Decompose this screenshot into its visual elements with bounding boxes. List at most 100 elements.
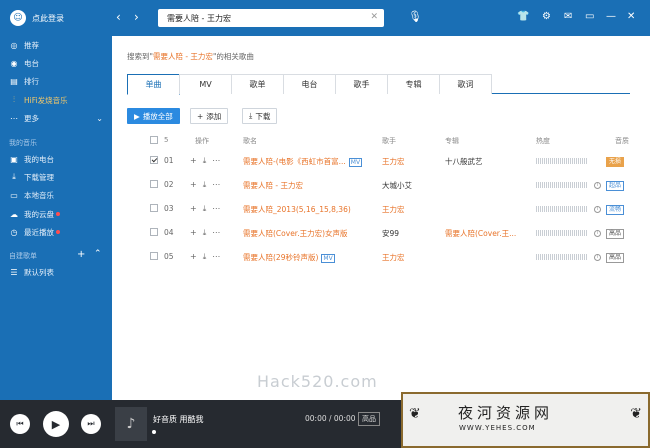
more-icon[interactable]: ⋯ <box>212 252 220 262</box>
row-checkbox[interactable] <box>150 204 158 214</box>
quality-selector[interactable]: 高品 <box>358 412 380 426</box>
gear-icon[interactable]: ⚙ <box>542 11 551 23</box>
add-button[interactable]: + 添加 <box>190 108 229 124</box>
song-title-cell[interactable]: 需要人陪-(电影《西虹市首富... MV <box>243 156 363 167</box>
clear-icon[interactable]: ✕ <box>370 12 378 22</box>
sidebar-item-more[interactable]: ⋯ 更多 ⌄ <box>0 111 112 125</box>
monitor-icon: ▭ <box>10 190 18 200</box>
skin-icon[interactable]: 👕 <box>517 11 529 23</box>
tab-playlist[interactable]: 歌单 <box>231 74 284 94</box>
tab-radio[interactable]: 电台 <box>283 74 336 94</box>
song-title[interactable]: 需要人陪(Cover.王力宏)女声版 <box>243 229 348 238</box>
header-song[interactable]: 歌名 <box>243 136 257 146</box>
add-playlist-icon[interactable]: + <box>77 249 85 260</box>
row-checkbox[interactable] <box>150 156 158 166</box>
tab-mv[interactable]: MV <box>179 74 232 94</box>
singer-name[interactable]: 王力宏 <box>382 252 405 263</box>
header-quality[interactable]: 音质 <box>615 136 629 146</box>
download-icon[interactable]: ⤓ <box>203 252 207 262</box>
previous-button[interactable]: ⏮ <box>10 414 30 434</box>
sidebar-item-label: 我的电台 <box>24 154 54 164</box>
sidebar-item-label: 我的云盘 <box>24 209 54 219</box>
search-input[interactable]: 需要人陪 - 王力宏 ✕ <box>158 9 384 27</box>
message-icon[interactable]: ✉ <box>564 11 572 23</box>
row-checkbox[interactable] <box>150 252 158 262</box>
add-icon[interactable]: + <box>190 228 197 238</box>
header-heat[interactable]: 热度 <box>536 136 550 146</box>
tab-singer[interactable]: 歌手 <box>335 74 388 94</box>
tab-album[interactable]: 专辑 <box>387 74 440 94</box>
microphone-icon[interactable]: 🎙 <box>408 10 422 24</box>
download-icon[interactable]: ⤓ <box>203 156 207 166</box>
song-title[interactable]: 需要人陪-(电影《西虹市首富... <box>243 157 346 166</box>
add-icon[interactable]: + <box>190 204 197 214</box>
song-title[interactable]: 需要人陪(29秒铃声版) <box>243 253 318 262</box>
login-area[interactable]: ☺ 点此登录 <box>10 9 64 27</box>
album-name[interactable]: 十八般武艺 <box>445 156 483 167</box>
album-name[interactable]: 需要人陪(Cover.王... <box>445 228 516 239</box>
song-title[interactable]: 需要人陪_2013(5,16_15,8,36) <box>243 205 351 214</box>
singer-name[interactable]: 安99 <box>382 228 399 239</box>
row-checkbox[interactable] <box>150 228 158 238</box>
minimize-icon[interactable]: — <box>606 11 616 23</box>
header-singer[interactable]: 歌手 <box>382 136 396 146</box>
add-icon[interactable]: + <box>190 180 197 190</box>
song-title-cell[interactable]: 需要人陪(29秒铃声版) MV <box>243 252 335 263</box>
more-icon[interactable]: ⋯ <box>212 204 220 214</box>
close-icon[interactable]: ✕ <box>627 11 635 23</box>
forward-icon[interactable]: › <box>134 10 139 24</box>
album-cover[interactable]: ♪ <box>115 407 147 441</box>
play-button[interactable]: ▶ <box>43 411 69 437</box>
music-note-icon: ♪ <box>126 416 136 432</box>
sidebar-item-rank[interactable]: ▤ 排行 <box>0 74 112 88</box>
sidebar-item-hifi[interactable]: ⫶ HiFi发烧音乐 <box>0 93 112 107</box>
sidebar-item-downloads[interactable]: ⤓ 下载管理 <box>0 170 112 184</box>
notification-dot <box>56 230 60 234</box>
singer-name[interactable]: 王力宏 <box>382 156 405 167</box>
more-icon[interactable]: ⋯ <box>212 228 220 238</box>
chevron-up-icon[interactable]: ⌃ <box>94 249 102 259</box>
song-title-cell[interactable]: 需要人陪(Cover.王力宏)女声版 <box>243 228 348 239</box>
download-icon[interactable]: ⤓ <box>203 180 207 190</box>
next-button[interactable]: ⏭ <box>81 414 101 434</box>
download-icon[interactable]: ⤓ <box>203 204 207 214</box>
row-checkbox[interactable] <box>150 180 158 190</box>
sidebar-item-default-list[interactable]: ☰ 默认列表 <box>0 265 112 279</box>
add-icon[interactable]: + <box>190 156 197 166</box>
singer-name[interactable]: 大城小艾 <box>382 180 412 191</box>
sidebar: ☺ 点此登录 ◎ 推荐 ◉ 电台 ▤ 排行 ⫶ HiFi发烧音乐 ⋯ 更多 ⌄ 我的音乐 … <box>0 0 112 400</box>
more-icon[interactable]: ⋯ <box>212 180 220 190</box>
table-row[interactable]: 01 + ⤓ ⋯ 需要人陪-(电影《西虹市首富... MV 王力宏 十八般武艺 无损 <box>112 150 650 174</box>
mv-badge[interactable]: MV <box>321 254 335 263</box>
mv-badge[interactable]: MV <box>348 158 363 167</box>
download-button[interactable]: ⤓ 下载 <box>242 108 278 124</box>
tab-lyrics[interactable]: 歌词 <box>439 74 492 94</box>
tab-single[interactable]: 单曲 <box>127 74 180 95</box>
table-row[interactable]: 03 + ⤓ ⋯ 需要人陪_2013(5,16_15,8,36) 王力宏 i 流畅 <box>112 198 650 222</box>
song-title-cell[interactable]: 需要人陪_2013(5,16_15,8,36) <box>243 204 351 215</box>
singer-name[interactable]: 王力宏 <box>382 204 405 215</box>
login-label[interactable]: 点此登录 <box>32 13 64 24</box>
sidebar-item-radio[interactable]: ◉ 电台 <box>0 56 112 70</box>
table-row[interactable]: 05 + ⤓ ⋯ 需要人陪(29秒铃声版) MV 王力宏 i 高品 <box>112 246 650 270</box>
play-all-button[interactable]: ▶ 播放全部 <box>127 108 180 124</box>
sidebar-item-recommend[interactable]: ◎ 推荐 <box>0 38 112 52</box>
progress-handle[interactable] <box>152 430 156 434</box>
table-row[interactable]: 04 + ⤓ ⋯ 需要人陪(Cover.王力宏)女声版 安99 需要人陪(Cover.王..… <box>112 222 650 246</box>
sidebar-item-recent[interactable]: ◷ 最近播放 <box>0 225 112 239</box>
avatar[interactable]: ☺ <box>10 10 26 26</box>
sidebar-item-cloud[interactable]: ☁ 我的云盘 <box>0 207 112 221</box>
mini-mode-icon[interactable]: ▭ <box>585 11 594 23</box>
table-row[interactable]: 02 + ⤓ ⋯ 需要人陪 - 王力宏 大城小艾 i 超品 <box>112 174 650 198</box>
chevron-down-icon[interactable]: ⌄ <box>96 114 103 123</box>
back-icon[interactable]: ‹ <box>116 10 121 24</box>
song-title[interactable]: 需要人陪 - 王力宏 <box>243 181 303 190</box>
download-icon[interactable]: ⤓ <box>203 228 207 238</box>
song-title-cell[interactable]: 需要人陪 - 王力宏 <box>243 180 303 191</box>
sidebar-item-my-radio[interactable]: ▣ 我的电台 <box>0 152 112 166</box>
more-icon[interactable]: ⋯ <box>212 156 220 166</box>
header-album[interactable]: 专辑 <box>445 136 459 146</box>
header-checkbox[interactable] <box>150 136 158 146</box>
add-icon[interactable]: + <box>190 252 197 262</box>
sidebar-item-local[interactable]: ▭ 本地音乐 <box>0 188 112 202</box>
